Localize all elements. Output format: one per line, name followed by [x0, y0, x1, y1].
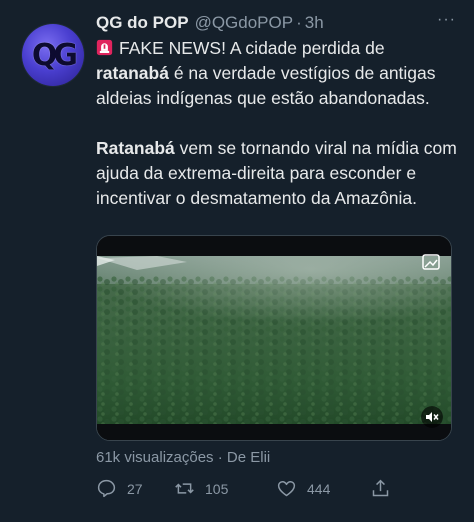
action-bar: 27 105 444 — [96, 478, 396, 502]
avatar[interactable]: QG — [22, 24, 84, 86]
video-player[interactable] — [96, 235, 452, 441]
view-count: 61k visualizações — [96, 449, 214, 466]
like-button[interactable]: 444 — [276, 478, 330, 499]
tweet-paragraph-1: FAKE NEWS! A cidade perdida de ratanabá … — [96, 36, 458, 111]
speaker-muted-icon[interactable] — [421, 406, 443, 428]
avatar-logo-text: QG — [31, 37, 78, 73]
reply-count: 27 — [127, 480, 143, 497]
heart-icon — [277, 481, 296, 497]
siren-icon — [96, 39, 113, 56]
display-name[interactable]: QG do POP — [96, 13, 189, 33]
aerial-forest-video — [97, 236, 451, 440]
reply-icon — [97, 479, 116, 498]
share-icon — [372, 479, 389, 497]
like-count: 444 — [307, 480, 331, 497]
tweet-paragraph-2: Ratanabá vem se tornando viral na mídia … — [96, 136, 458, 211]
meta-separator: · — [213, 449, 227, 466]
header-separator: · — [296, 13, 302, 32]
tweet-content: QG do POP @QGdoPOP · 3h FAKE NEWS! A cid… — [96, 10, 458, 211]
tweet-text-part-1: FAKE NEWS! A cidade perdida de — [119, 38, 385, 58]
retweet-button[interactable]: 105 — [174, 478, 228, 499]
hashtag-ratanaba-1[interactable]: ratanabá — [96, 63, 169, 83]
tweet-meta: 61k visualizações · De Elii — [96, 449, 270, 466]
timestamp[interactable]: 3h — [305, 13, 324, 33]
tweet-text: FAKE NEWS! A cidade perdida de ratanabá … — [96, 36, 458, 211]
share-button[interactable] — [370, 478, 391, 499]
video-source[interactable]: De Elii — [227, 449, 270, 466]
retweet-count: 105 — [205, 480, 229, 497]
tweet: QG ··· QG do POP @QGdoPOP · 3h FAKE NEWS… — [0, 0, 474, 522]
retweet-icon — [175, 483, 194, 494]
video-embed-icon — [422, 254, 440, 270]
hashtag-ratanaba-2[interactable]: Ratanabá — [96, 138, 175, 158]
reply-button[interactable]: 27 — [96, 478, 143, 499]
tweet-header: QG do POP @QGdoPOP · 3h — [96, 10, 458, 36]
user-handle[interactable]: @QGdoPOP — [195, 13, 294, 33]
